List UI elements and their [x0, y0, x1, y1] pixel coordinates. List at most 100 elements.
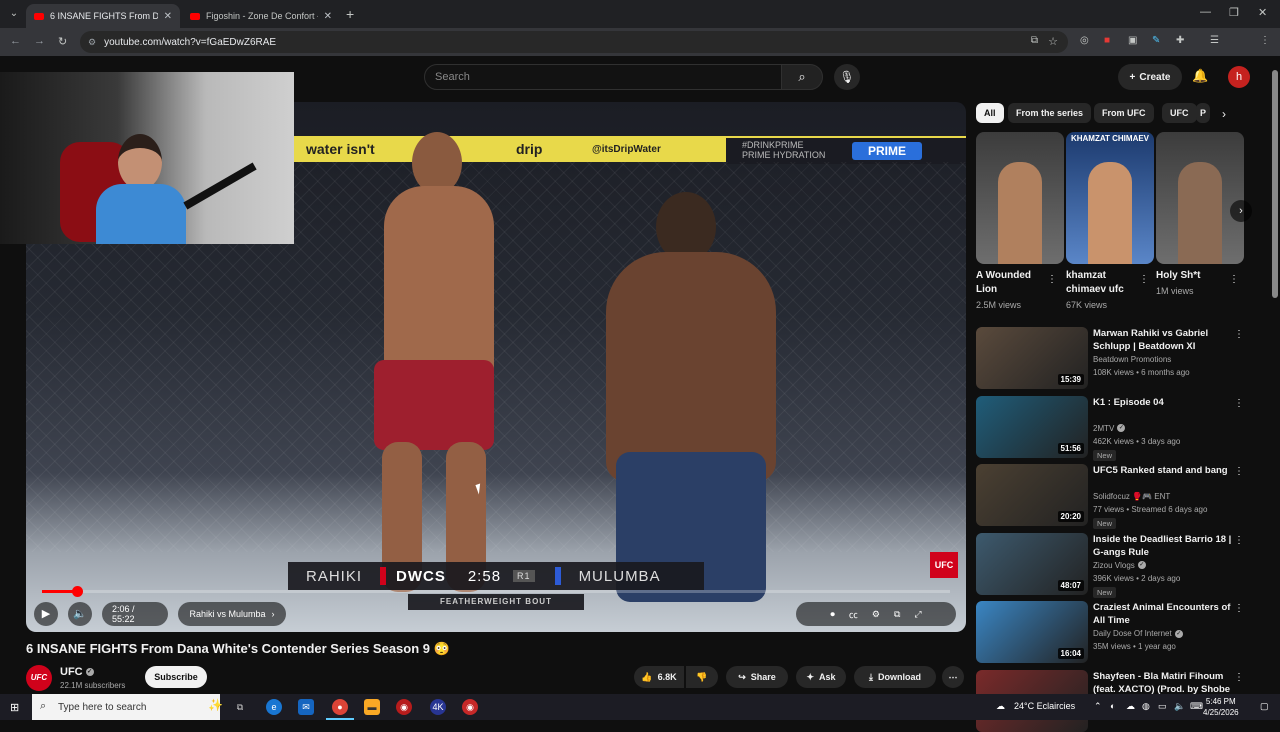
network-icon[interactable]: ▭ — [1158, 701, 1167, 712]
windows-start-icon[interactable]: ⊞ — [10, 701, 19, 714]
recommendation-item[interactable]: 48:07 Inside the Deadliest Barrio 18 | G-… — [976, 532, 1266, 598]
more-vertical-icon[interactable]: ⋮ — [1234, 672, 1244, 683]
ask-button[interactable]: ✦ Ask — [796, 666, 846, 688]
chip-from-ufc[interactable]: From UFC — [1094, 103, 1154, 123]
taskbar-search-input[interactable]: ⌕ Type here to search ✨ — [32, 694, 223, 720]
more-vertical-icon[interactable]: ⋮ — [1047, 274, 1057, 285]
recommendation-channel[interactable]: Solidfocuz 🥊🎮 ENT — [1093, 492, 1170, 501]
more-vertical-icon[interactable]: ⋮ — [1234, 535, 1244, 546]
more-vertical-icon[interactable]: ⋮ — [1234, 466, 1244, 477]
short-thumbnail[interactable] — [976, 132, 1064, 264]
recommendation-thumbnail[interactable]: 16:04 — [976, 601, 1088, 663]
miniplayer-icon[interactable]: ⧉ — [894, 609, 900, 620]
chip-ufc[interactable]: UFC — [1162, 103, 1197, 123]
close-tab-icon[interactable]: ✕ — [324, 11, 332, 22]
chrome-icon[interactable]: ● — [332, 699, 348, 715]
forward-icon[interactable]: → — [34, 35, 45, 47]
recommendation-thumbnail[interactable]: 51:56 — [976, 395, 1088, 458]
channel-name[interactable]: UFC ✓ — [60, 666, 94, 678]
like-button[interactable]: 👍 6.8K — [634, 666, 684, 688]
extension-icon[interactable]: ▣ — [1128, 35, 1137, 46]
close-tab-icon[interactable]: ✕ — [164, 11, 172, 22]
tray-icon[interactable]: ◐ — [1110, 701, 1115, 711]
recommendation-thumbnail[interactable]: 20:20 — [976, 464, 1088, 526]
recommendation-channel[interactable]: Zizou Vlogs ✓ — [1093, 561, 1146, 570]
extension-icon[interactable]: ■ — [1104, 35, 1110, 46]
more-actions-button[interactable]: ⋯ — [942, 666, 964, 688]
recommendation-title[interactable]: Marwan Rahiki vs Gabriel Schlupp | Beatd… — [1093, 327, 1233, 353]
play-button[interactable]: ▶ — [34, 602, 58, 626]
notifications-icon[interactable]: ▢ — [1260, 701, 1269, 712]
browser-menu-icon[interactable]: ⋮ — [1260, 35, 1270, 46]
clock[interactable]: 5:46 PM 4/25/2026 — [1203, 696, 1239, 718]
weather-icon[interactable]: ☁ — [996, 701, 1005, 712]
recommendation-item[interactable]: 16:04 Craziest Animal Encounters of All T… — [976, 601, 1266, 663]
more-vertical-icon[interactable]: ⋮ — [1234, 329, 1244, 340]
voice-search-icon[interactable]: 🎙 — [834, 64, 860, 90]
chevron-right-icon[interactable]: › — [1222, 107, 1226, 121]
more-vertical-icon[interactable]: ⋮ — [1234, 398, 1244, 409]
chapter-button[interactable]: Rahiki vs Mulumba › — [178, 602, 286, 626]
reload-icon[interactable]: ↻ — [58, 35, 67, 48]
app-icon[interactable]: ◉ — [462, 699, 478, 715]
dislike-button[interactable]: 👎 — [686, 666, 718, 688]
restore-icon[interactable]: ❐ — [1229, 6, 1239, 19]
tab-search-icon[interactable]: ⌄ — [6, 6, 22, 22]
more-vertical-icon[interactable]: ⋮ — [1139, 274, 1149, 285]
site-info-icon[interactable]: ⚙ — [88, 37, 96, 48]
file-explorer-icon[interactable]: ▬ — [364, 699, 380, 715]
search-input[interactable]: Search — [424, 64, 782, 90]
recommendation-item[interactable]: 51:56 K1 : Episode 04 2MTV ✓ 462K views • 3 … — [976, 395, 1266, 461]
short-title[interactable]: Holy Sh*t — [1156, 269, 1230, 283]
create-button[interactable]: + Create — [1118, 64, 1182, 90]
app-icon[interactable]: 4K — [430, 699, 446, 715]
tray-icon[interactable]: ☁ — [1126, 701, 1135, 712]
tab-youtube-video[interactable]: 6 INSANE FIGHTS From Dana W ✕ — [26, 4, 180, 28]
search-button[interactable]: ⌕ — [781, 64, 823, 90]
minimize-icon[interactable]: — — [1200, 6, 1211, 18]
recommendation-item[interactable]: 20:20 UFC5 Ranked stand and bang Solidfocu… — [976, 464, 1266, 529]
short-title[interactable]: A Wounded Lion — [976, 269, 1050, 297]
app-icon[interactable]: ◉ — [396, 699, 412, 715]
recommendation-title[interactable]: Inside the Deadliest Barrio 18 | G-angs … — [1093, 533, 1233, 559]
recommendation-channel[interactable]: 2MTV ✓ — [1093, 424, 1126, 433]
chip-from-the-series[interactable]: From the series — [1008, 103, 1092, 123]
subscribe-button[interactable]: Subscribe — [145, 666, 207, 688]
weather-text[interactable]: 24°C Eclaircies — [1014, 701, 1075, 711]
chip-all[interactable]: All — [976, 103, 1004, 123]
tray-icon[interactable]: ◍ — [1142, 701, 1150, 712]
language-icon[interactable]: ⌨ — [1190, 701, 1203, 712]
edge-icon[interactable]: e — [266, 699, 282, 715]
volume-tray-icon[interactable]: 🔈 — [1174, 701, 1185, 712]
captions-icon[interactable]: ㏄ — [849, 608, 858, 621]
volume-icon[interactable]: 🔈 — [68, 602, 92, 626]
progress-bar[interactable] — [42, 586, 950, 597]
recommendation-title[interactable]: Shayfeen - Bla Matiri Fihoum (feat. XACT… — [1093, 670, 1233, 696]
recommendation-channel[interactable]: Daily Dose Of Internet ✓ — [1093, 629, 1183, 638]
tray-chevron-icon[interactable]: ⌃ — [1094, 701, 1102, 712]
reading-list-icon[interactable]: ☰ — [1210, 35, 1219, 46]
short-thumbnail[interactable] — [1156, 132, 1244, 264]
share-button[interactable]: ↪ Share — [726, 666, 788, 688]
back-icon[interactable]: ← — [10, 35, 21, 47]
extension-icon[interactable]: ✎ — [1152, 35, 1160, 46]
recommendation-item[interactable]: 15:39 Marwan Rahiki vs Gabriel Schlupp | … — [976, 327, 1266, 389]
extension-icon[interactable]: ◎ — [1080, 35, 1089, 46]
short-title[interactable]: khamzat chimaev ufc — [1066, 269, 1140, 297]
more-vertical-icon[interactable]: ⋮ — [1234, 603, 1244, 614]
progress-scrubber[interactable] — [71, 586, 83, 597]
task-view-icon[interactable]: ⧉ — [232, 699, 248, 715]
recommendation-title[interactable]: Craziest Animal Encounters of All Time — [1093, 601, 1233, 627]
recommendation-thumbnail[interactable]: 15:39 — [976, 327, 1088, 389]
autoplay-toggle-icon[interactable]: ⏺ — [830, 609, 835, 620]
download-button[interactable]: ⤓ Download — [854, 666, 936, 688]
notifications-bell-icon[interactable]: 🔔 — [1192, 68, 1208, 84]
close-window-icon[interactable]: ✕ — [1258, 6, 1267, 19]
fullscreen-icon[interactable]: ⤢ — [914, 609, 921, 620]
recommendation-channel[interactable]: Beatdown Promotions — [1093, 355, 1171, 364]
install-app-icon[interactable]: ⧉ — [1031, 35, 1038, 46]
outlook-icon[interactable]: ✉ — [298, 699, 314, 715]
more-vertical-icon[interactable]: ⋮ — [1229, 274, 1239, 285]
chevron-right-icon[interactable]: › — [1230, 200, 1252, 222]
channel-avatar[interactable]: UFC — [26, 665, 52, 691]
